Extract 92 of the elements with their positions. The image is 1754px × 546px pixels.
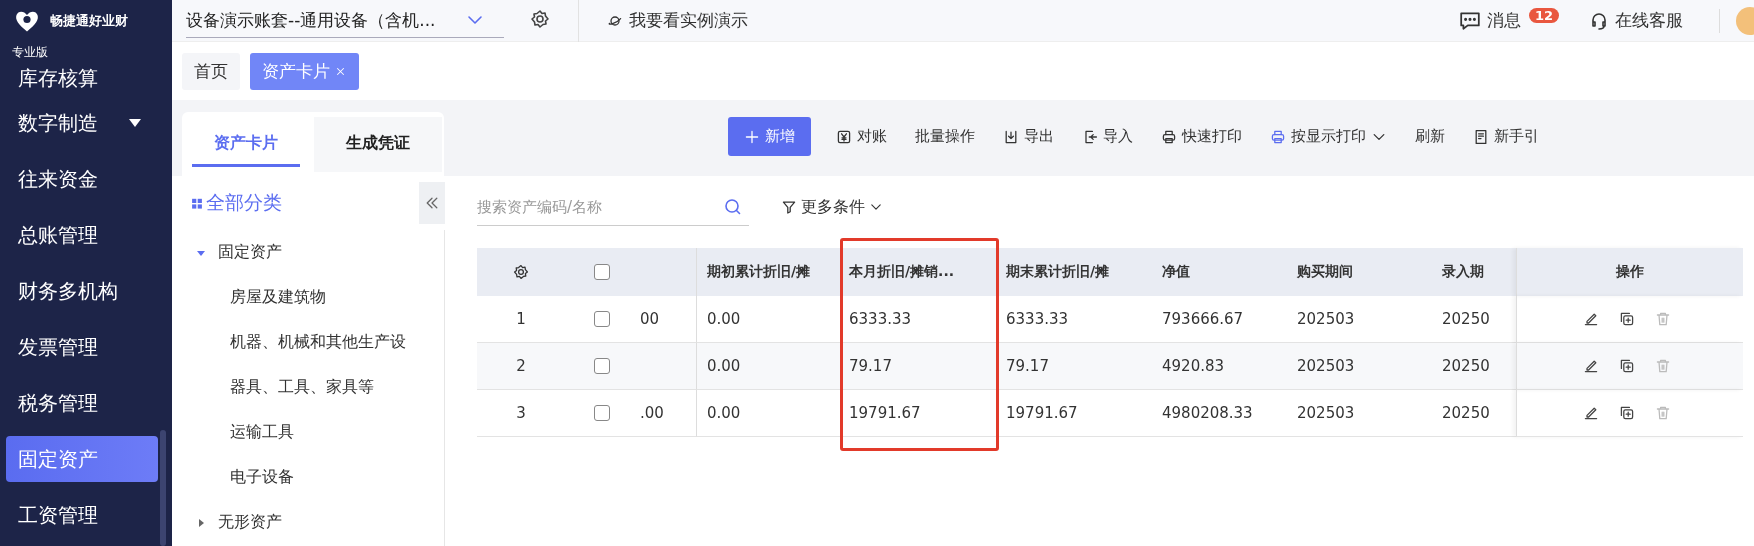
- sidebar-item[interactable]: 税务管理: [6, 375, 158, 431]
- support-button[interactable]: 在线客服: [1583, 8, 1689, 33]
- caret-icon: [128, 118, 142, 128]
- table-cell: 79.17: [996, 343, 1152, 390]
- toolbar-button[interactable]: 对账: [827, 121, 896, 152]
- checkbox[interactable]: [593, 264, 610, 280]
- checkbox[interactable]: [593, 358, 610, 374]
- tree-item[interactable]: 运输工具: [182, 410, 444, 455]
- search-icon: [723, 197, 743, 217]
- column-header: 购买期间: [1287, 248, 1432, 296]
- table-cell: 79.17: [839, 343, 996, 390]
- collapse-button[interactable]: [419, 182, 445, 224]
- checkbox[interactable]: [593, 311, 610, 327]
- document-icon: [1473, 128, 1489, 145]
- edition-label: 专业版: [11, 44, 49, 61]
- count-badge: 12: [1529, 8, 1560, 23]
- messages-button[interactable]: 消息: [1453, 8, 1527, 33]
- sidebar-item[interactable]: 库存核算: [6, 61, 158, 95]
- column-header: 期末累计折旧/摊: [996, 248, 1152, 296]
- table-cell: 4980208.33: [1152, 390, 1287, 437]
- import-icon: [1082, 128, 1098, 145]
- checkbox[interactable]: [593, 405, 610, 421]
- tree-item[interactable]: 房屋及建筑物: [182, 275, 444, 320]
- settings-icon: [530, 8, 550, 29]
- sidebar-item[interactable]: 数字制造: [6, 95, 158, 151]
- column-header: 本月折旧/摊销...: [839, 248, 996, 296]
- account-select[interactable]: 设备演示账套--通用设备（含机...: [186, 3, 504, 38]
- table-cell: .00: [638, 390, 697, 437]
- table-cell: 202503: [1287, 390, 1432, 437]
- sidebar-item[interactable]: 工资管理: [6, 487, 158, 543]
- filter-button[interactable]: 更多条件: [775, 195, 889, 219]
- double-chevron-left-icon: [424, 195, 440, 211]
- table-cell: 19791.67: [839, 390, 996, 437]
- demo-link[interactable]: 我要看实例演示: [578, 0, 754, 42]
- column-header: 期初累计折旧/摊: [697, 248, 839, 296]
- toolbar-button[interactable]: 导入: [1073, 121, 1142, 152]
- copy-plus-icon: [1619, 405, 1635, 421]
- table-cell: 0.00: [697, 390, 839, 437]
- column-header: 录入期: [1432, 248, 1516, 296]
- toolbar-button[interactable]: 快速打印: [1152, 121, 1251, 152]
- sidebar-item[interactable]: 财务多机构: [6, 263, 158, 319]
- page-tab[interactable]: 首页: [182, 52, 240, 90]
- printer-icon: [1161, 128, 1177, 145]
- table-cell: 0.00: [697, 343, 839, 390]
- sidebar-item[interactable]: 往来资金: [6, 151, 158, 207]
- sidebar-item[interactable]: 总账管理: [6, 207, 158, 263]
- yen-box-icon: [836, 128, 852, 145]
- trash-icon: [1655, 311, 1671, 327]
- tree-item[interactable]: 机器、机械和其他生产设: [182, 320, 444, 365]
- toolbar-button[interactable]: 按显示打印: [1261, 121, 1396, 152]
- sidebar-item[interactable]: 固定资产: [6, 436, 158, 482]
- trash-icon: [1655, 358, 1671, 374]
- table-cell: 202503: [1287, 343, 1432, 390]
- tree-title[interactable]: 全部分类: [190, 190, 282, 216]
- trash-icon: [1655, 405, 1671, 421]
- table-cell: 19791.67: [996, 390, 1152, 437]
- edit-icon: [1583, 405, 1599, 421]
- toolbar-button[interactable]: 新手引: [1464, 121, 1548, 152]
- content-tab[interactable]: 资产卡片: [192, 121, 300, 167]
- edit-icon: [1583, 311, 1599, 327]
- toolbar-button[interactable]: 新增: [728, 117, 811, 156]
- printer-icon: [1270, 128, 1286, 145]
- table-cell: 20250: [1432, 390, 1516, 437]
- toolbar-button[interactable]: 刷新: [1406, 121, 1454, 152]
- scrollbar[interactable]: [160, 430, 166, 546]
- headset-icon: [1589, 10, 1609, 31]
- table-cell: 20250: [1432, 343, 1516, 390]
- settings-icon: [513, 264, 529, 280]
- edit-icon: [1583, 358, 1599, 374]
- logo-text: 畅捷通好业财: [50, 12, 128, 30]
- copy-plus-icon: [1619, 311, 1635, 327]
- plus-icon: [744, 128, 760, 145]
- tree-item[interactable]: 固定资产: [182, 230, 444, 275]
- copy-plus-icon: [1619, 358, 1635, 374]
- tree-item[interactable]: 无形资产: [182, 500, 444, 545]
- caret-icon: [196, 517, 206, 528]
- sidebar-item[interactable]: 发票管理: [6, 319, 158, 375]
- column-header: 操作: [1516, 248, 1743, 296]
- content-tab[interactable]: 生成凭证: [314, 116, 442, 172]
- tree-item[interactable]: 电子设备: [182, 455, 444, 500]
- search-field[interactable]: 搜索资产编码/名称: [477, 188, 749, 226]
- toolbar-button[interactable]: 批量操作: [906, 121, 984, 152]
- grid-icon: [190, 196, 204, 210]
- row-number: 3: [477, 390, 565, 437]
- column-header: 净值: [1152, 248, 1287, 296]
- table-cell: 4920.83: [1152, 343, 1287, 390]
- tree-item[interactable]: 器具、工具、家具等: [182, 365, 444, 410]
- row-number: 2: [477, 343, 565, 390]
- toolbar-button[interactable]: 导出: [994, 121, 1063, 152]
- filter-icon: [781, 199, 797, 215]
- download-icon: [1003, 128, 1019, 145]
- chat-icon: [1459, 9, 1481, 32]
